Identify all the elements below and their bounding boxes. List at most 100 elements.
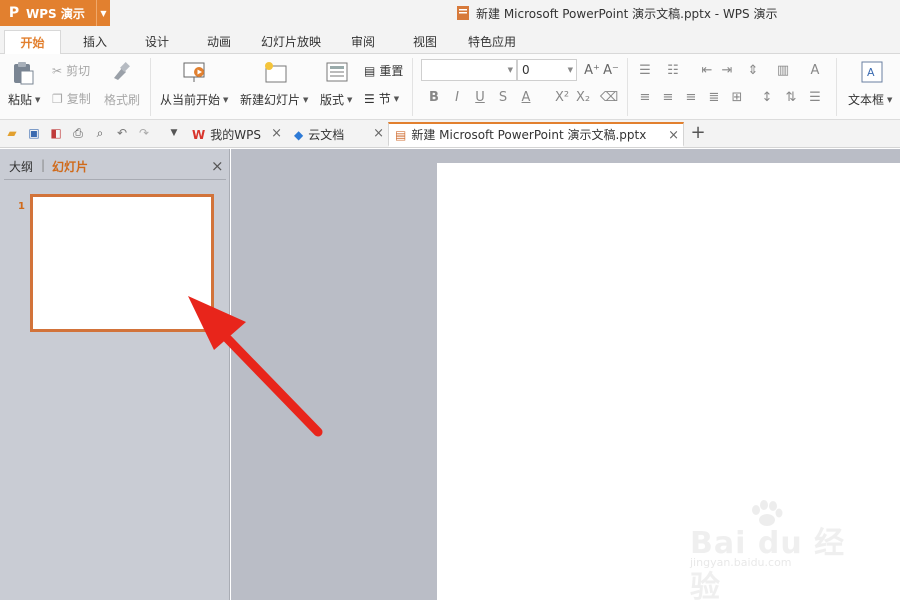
tab-cloud-docs[interactable]: ◆ 云文档 × [288,122,388,147]
export-pdf-icon[interactable]: ◧ [48,125,64,141]
distribute-icon[interactable]: ⊞ [728,88,746,106]
chevron-down-icon: ▼ [887,95,893,104]
slide-thumbnail[interactable] [30,194,214,332]
font-size-combo[interactable]: 0 ▼ [517,59,577,81]
tab-insert[interactable]: 插入 [74,30,116,54]
app-name: WPS 演示 [26,6,85,21]
tab-review[interactable]: 审阅 [344,30,382,54]
document-icon [457,6,469,20]
format-painter-button[interactable]: 格式刷 [104,91,140,108]
divider [627,58,628,116]
shadow-button[interactable]: S [494,88,512,106]
tab-outline[interactable]: 大纲 [9,158,33,175]
text-box-label: 文本框 [848,93,885,107]
justify-icon[interactable]: ≣ [705,88,723,106]
divider [150,58,151,116]
superscript-icon[interactable]: X² [553,88,571,106]
tab-design[interactable]: 设计 [138,30,176,54]
layout-icon[interactable] [325,60,349,84]
tab-view[interactable]: 视图 [406,30,444,54]
paste-button[interactable]: 粘贴 ▼ [8,91,40,108]
new-tab-plus-icon[interactable]: + [690,122,706,143]
font-name-combo[interactable]: ▼ [421,59,517,81]
tab-slideshow[interactable]: 幻灯片放映 [256,30,326,54]
print-preview-icon[interactable]: ⌕ [92,125,108,141]
text-case-icon[interactable]: A [806,61,824,79]
columns-icon[interactable]: ▥ [774,61,792,79]
cut-button[interactable]: ✂ 剪切 [52,62,90,79]
tab-my-wps[interactable]: W 我的WPS × [186,122,286,147]
increase-indent-icon[interactable]: ⇥ [718,61,736,79]
paste-icon[interactable] [10,60,36,86]
align-center-icon[interactable]: ≡ [659,88,677,106]
reset-icon: ▤ [364,63,376,78]
print-icon[interactable]: ⎙ [70,125,86,141]
decrease-indent-icon[interactable]: ⇤ [698,61,716,79]
section-label: 节 [378,92,391,106]
italic-button[interactable]: I [448,88,466,106]
wps-presentation-logo: P [8,5,20,21]
redo-icon[interactable]: ↷ [136,125,152,141]
tab-home[interactable]: 开始 [4,30,61,55]
bullets-icon[interactable]: ☰ [636,61,654,79]
align-right-icon[interactable]: ≡ [682,88,700,106]
scissors-icon: ✂ [52,63,63,78]
divider [836,58,837,116]
numbering-icon[interactable]: ☷ [664,61,682,79]
tab-current-document[interactable]: ▤ 新建 Microsoft PowerPoint 演示文稿.pptx × [388,122,684,147]
tab-special-apps[interactable]: 特色应用 [462,30,522,54]
tab-slides[interactable]: 幻灯片 [52,158,88,175]
copy-icon: ❐ [52,91,63,106]
bold-button[interactable]: B [425,88,443,106]
copy-label: 复制 [66,92,91,106]
customize-dropdown-icon[interactable]: ▼ [166,125,182,141]
cut-label: 剪切 [66,64,91,78]
pane-tab-divider: | [41,158,46,172]
tab-current-document-label: 新建 Microsoft PowerPoint 演示文稿.pptx [411,128,647,142]
close-icon[interactable]: × [211,157,224,175]
pptx-file-icon: ▤ [395,127,407,142]
slide-number: 1 [18,201,25,212]
chevron-down-icon[interactable]: ▼ [96,0,110,26]
undo-icon[interactable]: ↶ [114,125,130,141]
paste-label: 粘贴 [8,93,33,107]
new-slide-button[interactable]: 新建幻灯片 ▼ [240,91,308,108]
close-icon[interactable]: × [373,126,384,141]
reset-button[interactable]: ▤ 重置 [364,62,403,79]
text-box-icon[interactable]: A [860,60,884,84]
align-left-icon[interactable]: ≡ [636,88,654,106]
copy-button[interactable]: ❐ 复制 [52,90,91,107]
close-icon[interactable]: × [668,128,679,143]
text-box-button[interactable]: 文本框 ▼ [848,91,892,108]
window-title-text: 新建 Microsoft PowerPoint 演示文稿.pptx - WPS … [476,6,778,21]
save-icon[interactable]: ▣ [26,125,42,141]
grow-font-icon[interactable]: A⁺ [583,61,601,79]
chevron-down-icon: ▼ [35,95,41,104]
baidu-jingyan-watermark: Bai du 经验 jingyan.baidu.com [686,498,856,600]
from-current-label: 从当前开始 [160,93,221,107]
clear-format-icon[interactable]: ⌫ [600,88,618,106]
slideshow-from-current-button[interactable]: 从当前开始 ▼ [160,91,228,108]
new-slide-icon[interactable] [262,60,288,84]
font-color-button[interactable]: A [517,88,535,106]
layout-button[interactable]: 版式 ▼ [320,91,352,108]
paragraph-spacing-icon[interactable]: ⇅ [782,88,800,106]
align-text-icon[interactable]: ☰ [806,88,824,106]
format-painter-label: 格式刷 [104,93,141,107]
watermark-url: jingyan.baidu.com [690,556,792,569]
tab-animation[interactable]: 动画 [200,30,238,54]
shrink-font-icon[interactable]: A⁻ [602,61,620,79]
cloud-cube-icon: ◆ [294,127,304,142]
underline-button[interactable]: U [471,88,489,106]
projector-icon[interactable] [182,60,208,84]
brush-icon [108,60,132,84]
app-menu-button[interactable]: P WPS 演示 ▼ [0,0,110,26]
svg-text:A: A [867,66,875,79]
text-direction-icon[interactable]: ⇕ [744,61,762,79]
line-spacing-icon[interactable]: ↕ [758,88,776,106]
subscript-icon[interactable]: X₂ [574,88,592,106]
section-button[interactable]: ☰ 节 ▼ [364,90,399,107]
slide-pane: 大纲 | 幻灯片 × 1 [0,149,230,600]
open-folder-icon[interactable]: ▰ [4,125,20,141]
close-icon[interactable]: × [271,126,282,141]
